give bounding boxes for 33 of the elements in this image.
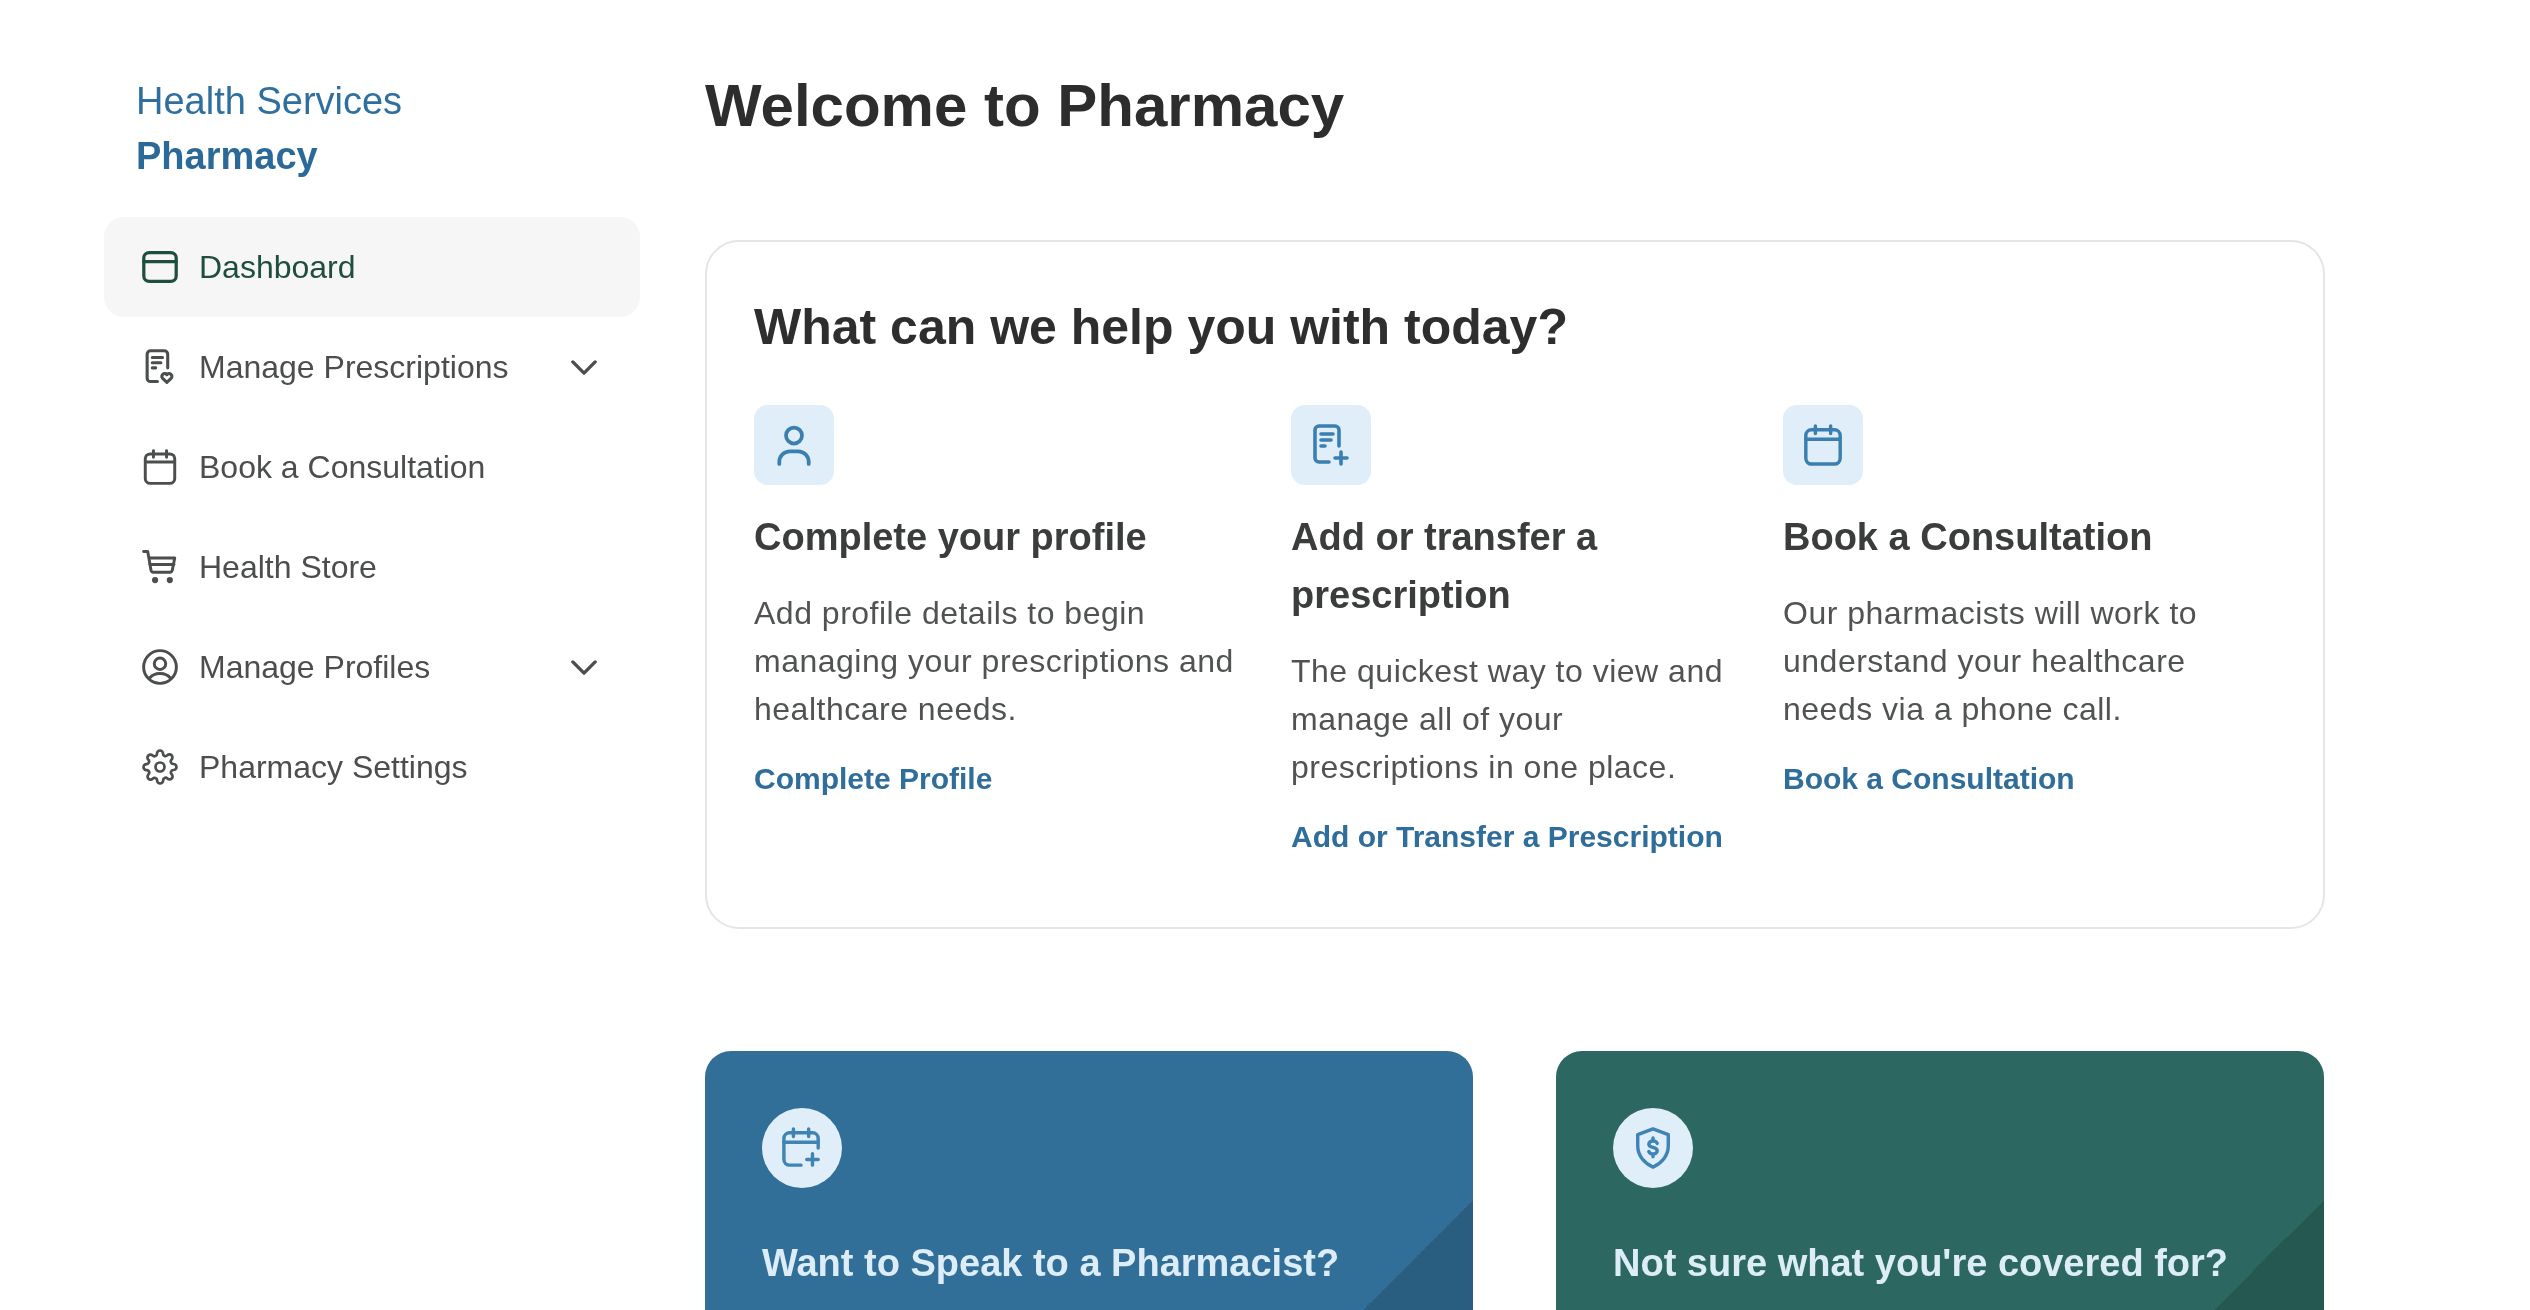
promo-title: Want to Speak to a Pharmacist?: [762, 1241, 1340, 1286]
chevron-down-icon: [571, 659, 597, 675]
option-title: Add or transfer a prescription: [1291, 515, 1599, 618]
settings-icon: [142, 749, 178, 785]
user-circle-icon: [142, 649, 178, 685]
section-label: Health Services: [136, 79, 403, 124]
document-plus-icon: [1291, 405, 1371, 485]
nav-item[interactable]: Dashboard: [104, 217, 640, 317]
promo-card[interactable]: Not sure what you're covered for?: [1556, 1051, 2324, 1310]
nav-item[interactable]: Pharmacy Settings: [104, 717, 640, 817]
cart-icon: [142, 549, 178, 585]
nav-item[interactable]: Manage Profiles: [104, 617, 640, 717]
nav-item[interactable]: Manage Prescriptions: [104, 317, 640, 417]
chevron-down-icon: [571, 359, 597, 375]
action-link[interactable]: Add or Transfer a Prescription: [1291, 813, 1723, 861]
app-title: Pharmacy: [136, 134, 318, 179]
calendar-icon: [142, 449, 178, 485]
person-icon: [754, 405, 834, 485]
panel-heading: What can we help you with today?: [754, 298, 1568, 357]
promo-title: Not sure what you're covered for?: [1613, 1241, 2229, 1286]
option-description: Our pharmacists will work to understand your healthcare needs via a phone call.: [1783, 594, 2199, 729]
action-link[interactable]: Book a Consultation: [1783, 755, 2075, 803]
option-description: Add profile details to begin managing your prescriptions and healthcare needs.: [754, 594, 1235, 729]
option-description: The quickest way to view and manage all of your prescriptions in one place.: [1291, 652, 1724, 787]
nav-item[interactable]: Book a Consultation: [104, 417, 640, 517]
page-title: Welcome to Pharmacy: [705, 71, 1345, 141]
calendar-icon: [1783, 405, 1863, 485]
option-title: Book a Consultation: [1783, 515, 2153, 560]
action-link[interactable]: Complete Profile: [754, 755, 993, 803]
promo-card[interactable]: Want to Speak to a Pharmacist?: [705, 1051, 1473, 1310]
nav-item[interactable]: Health Store: [104, 517, 640, 617]
dashboard-icon: [142, 249, 178, 285]
option-title: Complete your profile: [754, 515, 1147, 560]
